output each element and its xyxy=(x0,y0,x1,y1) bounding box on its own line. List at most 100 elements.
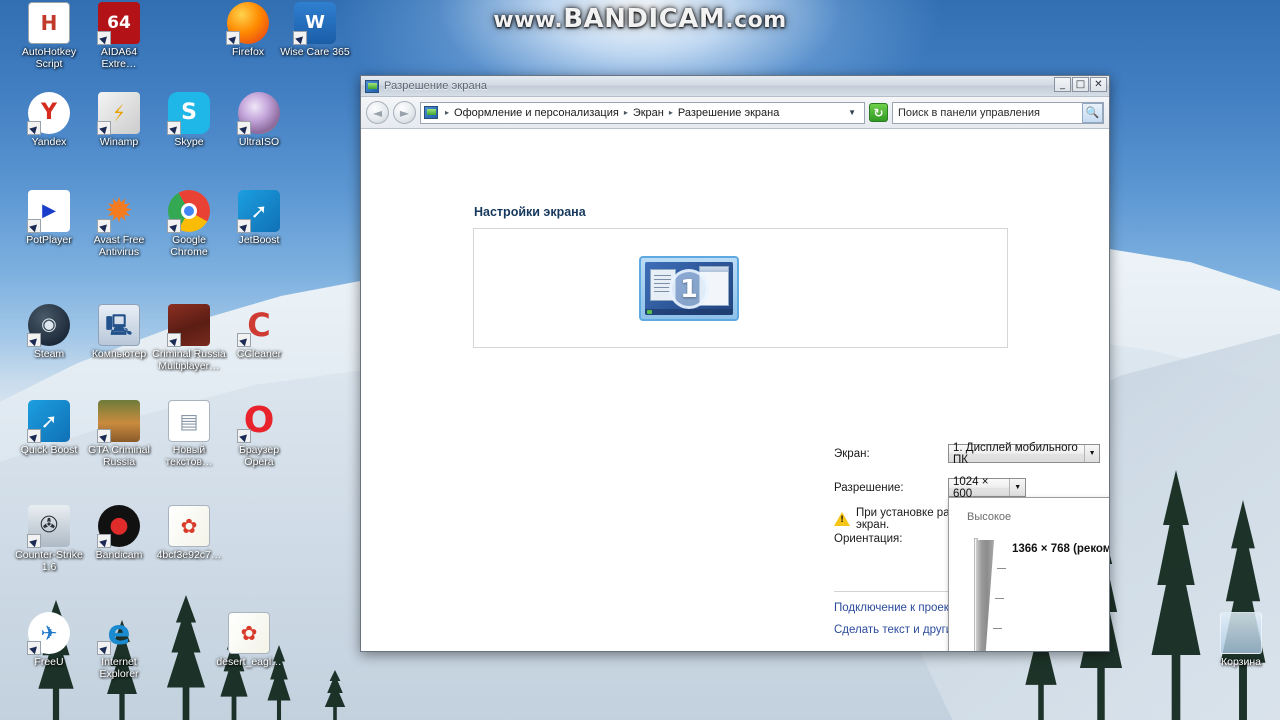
breadcrumb-separator: ▸ xyxy=(445,108,450,117)
resolution-option-recommended[interactable]: 1366 × 768 (рекомендуется) xyxy=(1012,543,1109,555)
desktop-icon-recyclebin[interactable]: Корзина xyxy=(1198,612,1280,669)
minimize-button[interactable]: _ xyxy=(1054,77,1071,92)
shortcut-overlay-icon xyxy=(27,429,41,443)
screen-label: Экран: xyxy=(834,448,870,460)
projector-link[interactable]: Подключение к проекто xyxy=(834,602,960,614)
recyclebin-icon xyxy=(1220,612,1262,654)
bandicam-watermark: www.BANDICAM.com xyxy=(0,4,1280,34)
image-icon: ✿ xyxy=(228,612,270,654)
image-icon: ✿ xyxy=(168,505,210,547)
shortcut-overlay-icon xyxy=(237,121,251,135)
window-titlebar[interactable]: Разрешение экрана _ □ ✕ xyxy=(361,76,1109,97)
watermark-brand: BANDICAM xyxy=(563,4,726,34)
resolution-select-value: 1024 × 600 xyxy=(953,475,989,500)
monitor-number-badge: 1 xyxy=(669,268,709,309)
freeu-icon: ✈ xyxy=(27,612,70,655)
chevron-down-icon[interactable]: ▼ xyxy=(846,108,862,117)
shortcut-overlay-icon xyxy=(167,219,181,233)
breadcrumb[interactable]: ▸ Оформление и персонализация ▸ Экран ▸ … xyxy=(420,101,865,124)
firefox-icon xyxy=(226,2,269,45)
desktop-icon-ultraiso[interactable]: UltraISO xyxy=(216,92,302,149)
warning-icon xyxy=(834,512,850,526)
breadcrumb-item-display[interactable]: Экран xyxy=(632,107,665,119)
desktop-icon-label: Wise Care 365 xyxy=(280,46,350,58)
shortcut-overlay-icon xyxy=(27,641,41,655)
desktop-icon-wisecare[interactable]: W Wise Care 365 xyxy=(272,2,358,59)
textfile-icon: ▤ xyxy=(168,400,210,442)
navigation-toolbar[interactable]: ◄ ► ▸ Оформление и персонализация ▸ Экра… xyxy=(361,97,1109,129)
refresh-icon[interactable]: ↻ xyxy=(869,103,888,122)
ie-icon: e xyxy=(97,612,140,655)
window-controls[interactable]: _ □ ✕ xyxy=(1054,77,1107,92)
page-title: Настройки экрана xyxy=(474,205,586,219)
resolution-select[interactable]: 1024 × 600 ▼ xyxy=(948,475,1026,500)
computer-icon: 🖳 xyxy=(98,304,140,346)
desktop-icon-image[interactable]: ✿ 4bcf3e92c7… xyxy=(146,505,232,562)
window-title: Разрешение экрана xyxy=(384,80,488,92)
aida64-icon: 64 xyxy=(97,2,140,45)
shortcut-overlay-icon xyxy=(27,121,41,135)
desktop-icon-label: UltraISO xyxy=(238,136,280,148)
shortcut-overlay-icon xyxy=(27,534,41,548)
ccleaner-icon: C xyxy=(237,304,280,347)
slider-high-label: Высокое xyxy=(967,511,1012,523)
desktop-icon-label: Internet Explorer xyxy=(99,656,139,680)
shortcut-overlay-icon xyxy=(293,31,307,45)
monitor-preview-1[interactable]: 1 xyxy=(639,256,739,321)
breadcrumb-item-resolution[interactable]: Разрешение экрана xyxy=(677,107,780,119)
winamp-icon: ⚡ xyxy=(97,92,140,135)
desktop-icon-ccleaner[interactable]: C CCleaner xyxy=(216,304,302,361)
ultraiso-icon xyxy=(237,92,280,135)
shortcut-overlay-icon xyxy=(167,333,181,347)
back-button[interactable]: ◄ xyxy=(366,101,389,124)
screen-resolution-window[interactable]: Разрешение экрана _ □ ✕ ◄ ► ▸ Оформление… xyxy=(360,75,1110,652)
desktop-icon-opera[interactable]: O Браузер Opera xyxy=(216,400,302,468)
chevron-down-icon[interactable]: ▼ xyxy=(1009,479,1025,496)
watermark-suffix: .com xyxy=(725,8,787,33)
avast-icon: ✹ xyxy=(97,190,140,233)
shortcut-overlay-icon xyxy=(226,31,240,45)
screen-select[interactable]: 1. Дисплей мобильного ПК ▼ xyxy=(948,441,1100,466)
desktop-icon-ie[interactable]: e Internet Explorer xyxy=(76,612,162,680)
text-size-link[interactable]: Сделать текст и другие xyxy=(834,624,959,636)
shortcut-overlay-icon xyxy=(167,121,181,135)
slider-tick xyxy=(997,568,1006,569)
gtacr-icon xyxy=(97,400,140,443)
jetboost-icon: ➚ xyxy=(237,190,280,233)
opera-icon: O xyxy=(237,400,280,443)
orientation-label: Ориентация: xyxy=(834,533,903,545)
yandex-icon: Y xyxy=(27,92,70,135)
desktop-icon-label: AIDA64 Extre… xyxy=(100,46,138,70)
desktop-icon-label: JetBoost xyxy=(238,234,280,246)
desktop-icon-label: 4bcf3e92c7… xyxy=(156,549,222,561)
autohotkey-icon: H xyxy=(28,2,70,44)
maximize-button[interactable]: □ xyxy=(1072,77,1089,92)
breadcrumb-separator: ▸ xyxy=(623,108,628,117)
resolution-dropdown-popup[interactable]: Высокое 1366 × 768 (рекомендуется) 1024 … xyxy=(948,497,1109,651)
breadcrumb-separator: ▸ xyxy=(668,108,673,117)
desktop-icon-aida64[interactable]: 64 AIDA64 Extre… xyxy=(76,2,162,70)
shortcut-overlay-icon xyxy=(97,219,111,233)
forward-button[interactable]: ► xyxy=(393,101,416,124)
steam-icon: ◉ xyxy=(27,304,70,347)
chevron-down-icon[interactable]: ▼ xyxy=(1084,445,1099,462)
shortcut-overlay-icon xyxy=(237,219,251,233)
desktop[interactable]: www.BANDICAM.com H AutoHotkey Script 64 AIDA… xyxy=(0,0,1280,720)
breadcrumb-item-appearance[interactable]: Оформление и персонализация xyxy=(453,107,620,119)
screen-select-value: 1. Дисплей мобильного ПК xyxy=(953,441,1078,466)
desktop-icon-label: Корзина xyxy=(1221,656,1261,668)
bandicam-icon: ● xyxy=(97,505,140,548)
slider-wedge xyxy=(976,540,994,651)
quickboost-icon: ➚ xyxy=(27,400,70,443)
search-icon[interactable]: 🔍 xyxy=(1082,102,1103,123)
wisecare-icon: W xyxy=(293,2,336,45)
close-button[interactable]: ✕ xyxy=(1090,77,1107,92)
desktop-icon-jetboost[interactable]: ➚ JetBoost xyxy=(216,190,302,247)
shortcut-overlay-icon xyxy=(97,31,111,45)
search-input[interactable]: Поиск в панели управления 🔍 xyxy=(892,101,1104,124)
shortcut-overlay-icon xyxy=(97,429,111,443)
chrome-icon xyxy=(167,190,210,233)
breadcrumb-root-icon[interactable] xyxy=(424,106,438,119)
desktop-icon-image[interactable]: ✿ desert_eagl… xyxy=(206,612,292,669)
shortcut-overlay-icon xyxy=(237,429,251,443)
